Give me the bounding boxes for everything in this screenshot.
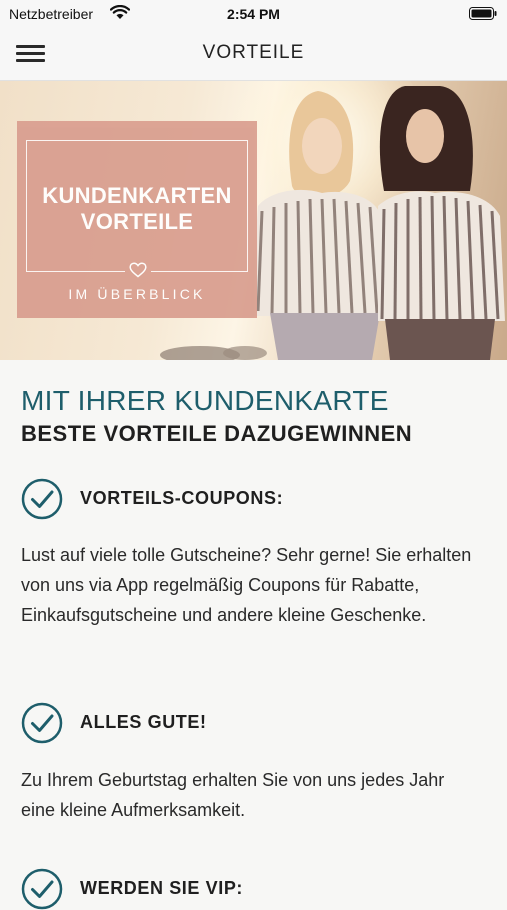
benefit-text: Zu Ihrem Geburtstag erhalten Sie von uns… bbox=[21, 770, 445, 820]
benefit-text: Lust auf viele tolle Gutscheine? Sehr ge… bbox=[21, 545, 472, 625]
benefit-title: WERDEN SIE VIP: bbox=[80, 878, 244, 898]
heart-icon bbox=[125, 262, 151, 278]
benefit-title: ALLES GUTE! bbox=[80, 712, 207, 732]
headline: MIT IHRER KUNDENKARTE bbox=[21, 385, 389, 416]
check-circle-icon bbox=[21, 702, 63, 744]
status-time: 2:54 PM bbox=[227, 6, 280, 22]
promo-title-line1: KUNDENKARTEN bbox=[42, 183, 232, 208]
benefit-title: VORTEILS-COUPONS: bbox=[80, 488, 284, 508]
nav-bar: VORTEILE bbox=[0, 28, 507, 81]
subheadline: BESTE VORTEILE DAZUGEWINNEN bbox=[21, 421, 413, 446]
page-title: VORTEILE bbox=[202, 42, 305, 63]
promo-box[interactable]: KUNDENKARTEN VORTEILE IM ÜBERBLICK bbox=[17, 121, 257, 318]
status-bar: Netzbetreiber 2:54 PM bbox=[0, 0, 507, 28]
promo-subtitle: IM ÜBERBLICK bbox=[68, 286, 206, 302]
promo-title: KUNDENKARTEN VORTEILE bbox=[17, 183, 257, 235]
hero-banner: KUNDENKARTEN VORTEILE IM ÜBERBLICK bbox=[0, 81, 507, 360]
check-circle-icon bbox=[21, 868, 63, 910]
check-circle-icon bbox=[21, 478, 63, 520]
promo-title-line2: VORTEILE bbox=[80, 209, 194, 234]
battery-icon bbox=[469, 7, 497, 20]
